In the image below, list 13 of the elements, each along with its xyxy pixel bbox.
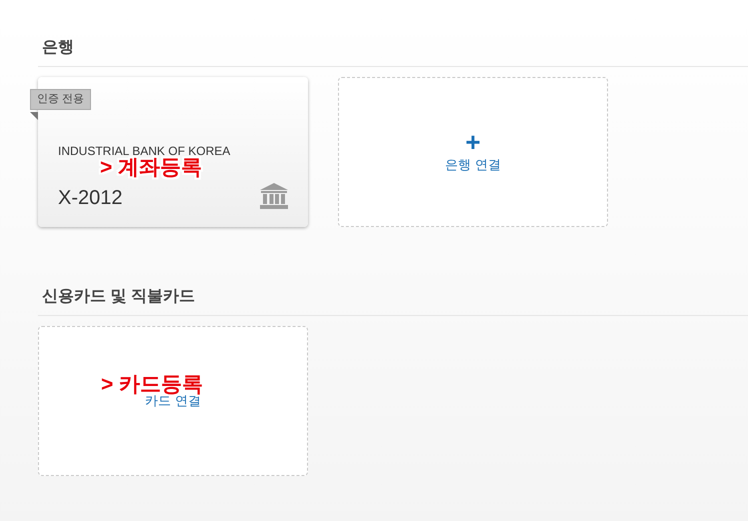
- plus-icon: +: [465, 129, 481, 156]
- section-title: 은행: [42, 39, 74, 56]
- bank-name: INDUSTRIAL BANK OF KOREA: [58, 143, 230, 158]
- connect-tile[interactable]: + 은행 연결: [338, 77, 608, 227]
- connect-tile[interactable]: 카드 연결 > 카드등록: [38, 326, 308, 476]
- badge-fold-icon: [30, 112, 38, 120]
- annotation-label: > 카드등록: [101, 373, 204, 396]
- bank-icon: [260, 183, 288, 209]
- connect-label: 은행 연결: [445, 156, 501, 174]
- annotation-label: > 계좌등록: [100, 156, 202, 180]
- account-number: X-2012: [58, 186, 122, 211]
- certified-badge: 인증 전용: [30, 89, 92, 110]
- section-title: 신용카드 및 직불카드: [42, 288, 195, 305]
